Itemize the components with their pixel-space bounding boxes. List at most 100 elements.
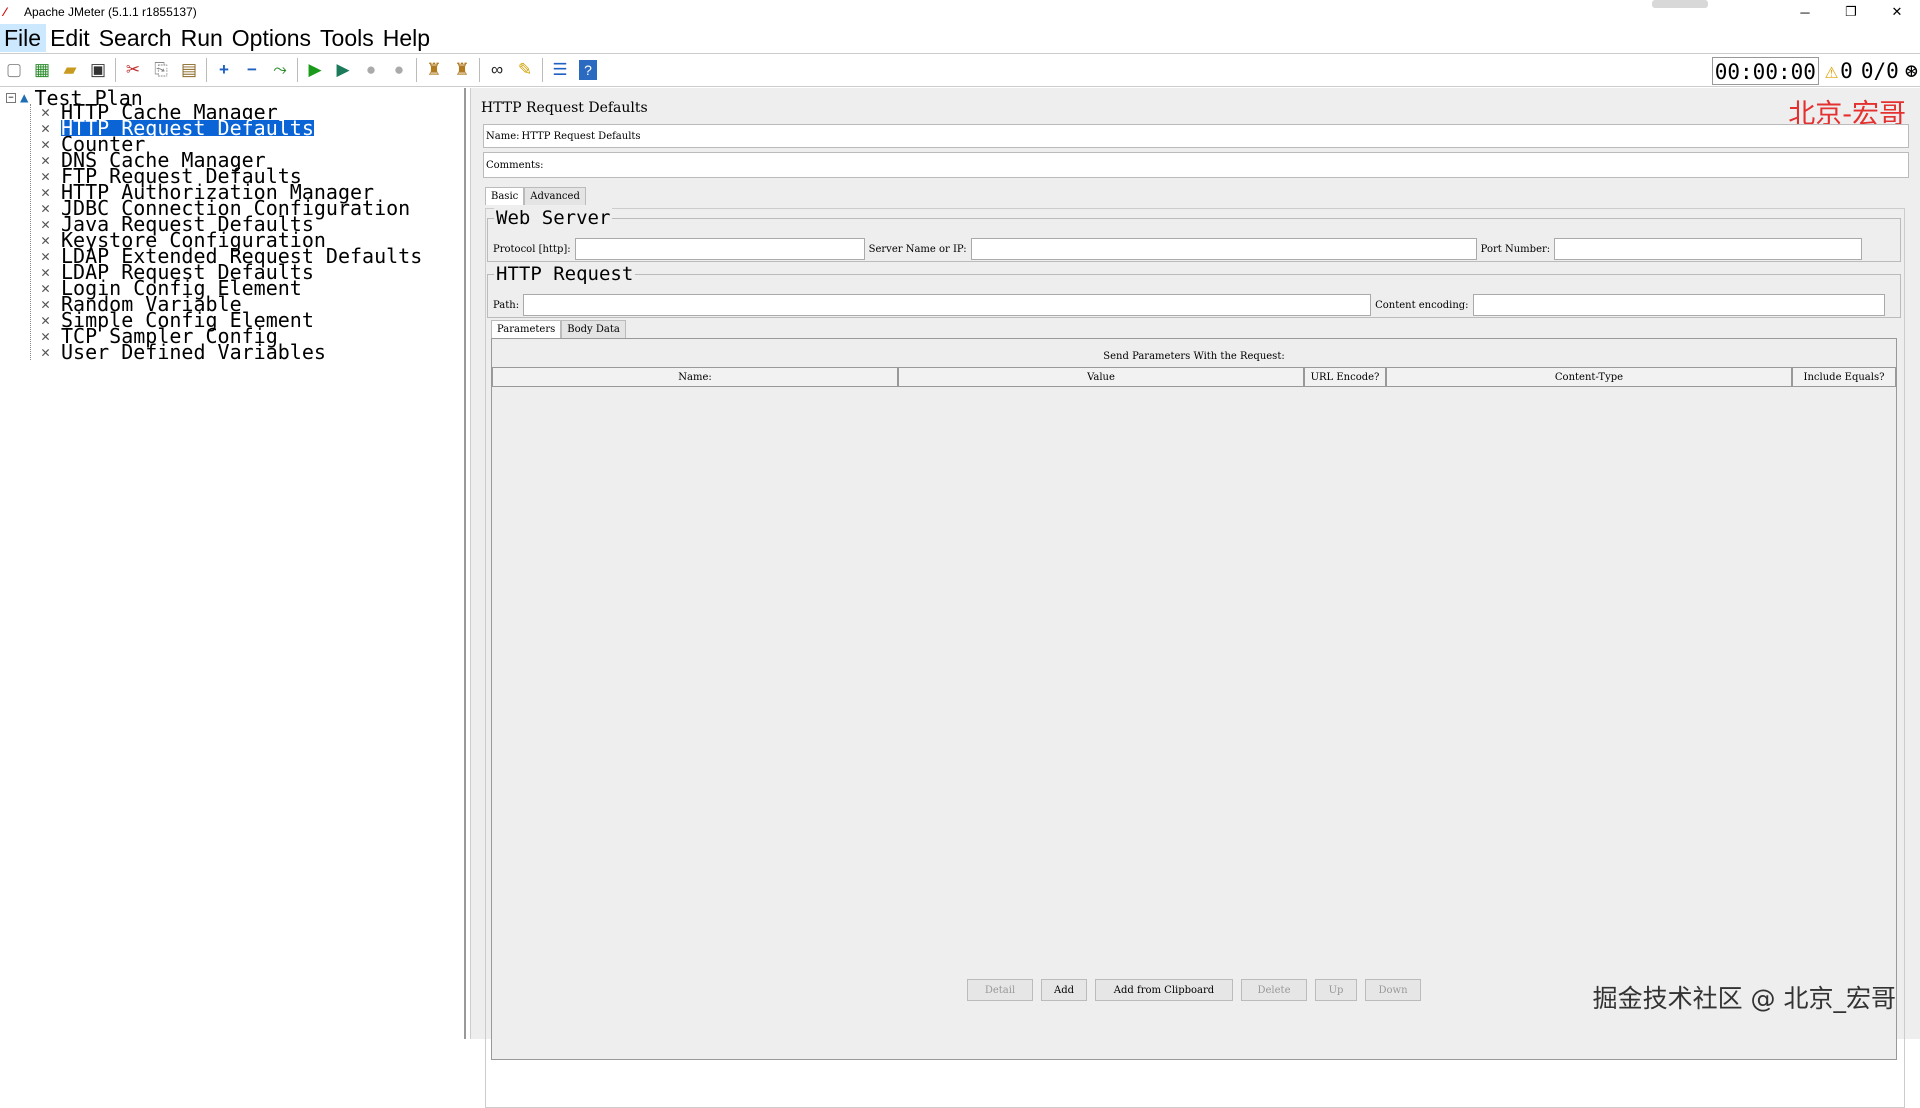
path-input[interactable] <box>523 294 1372 316</box>
config-element-icon: ✕ <box>41 231 51 249</box>
basic-advanced-tabs: Basic Advanced <box>485 187 586 205</box>
config-element-icon: ✕ <box>41 215 51 233</box>
menu-help[interactable]: Help <box>379 24 435 52</box>
config-element-icon: ✕ <box>41 151 51 169</box>
warning-indicator[interactable]: ⚠ 0 <box>1825 59 1853 84</box>
open-icon[interactable]: ▰ <box>56 56 84 84</box>
down-button[interactable]: Down <box>1365 979 1421 1001</box>
stop-icon[interactable]: ● <box>357 56 385 84</box>
toolbar-separator <box>206 58 207 82</box>
function-helper-icon[interactable]: ☰ <box>546 56 574 84</box>
config-element-icon: ✕ <box>41 135 51 153</box>
config-element-icon: ✕ <box>41 327 51 345</box>
protocol-input[interactable] <box>574 238 865 260</box>
menu-run[interactable]: Run <box>177 24 228 52</box>
table-button-row: Detail Add Add from Clipboard Delete Up … <box>967 979 1429 1001</box>
config-element-icon: ✕ <box>41 247 51 265</box>
menu-tools[interactable]: Tools <box>316 24 379 52</box>
comments-label: Comments: <box>486 159 544 171</box>
toolbar-separator <box>416 58 417 82</box>
remote-status-icon: ⊛ <box>1904 58 1918 84</box>
column-header-url-encode[interactable]: URL Encode? <box>1304 367 1386 387</box>
toolbar-separator <box>115 58 116 82</box>
tab-body-data[interactable]: Body Data <box>561 320 626 338</box>
column-header-value[interactable]: Value <box>898 367 1304 387</box>
port-label: Port Number: <box>1480 243 1551 255</box>
server-input[interactable] <box>970 238 1477 260</box>
start-no-pause-icon[interactable]: ▶ <box>329 56 357 84</box>
config-panel: HTTP Request Defaults 北京-宏哥 Name: Commen… <box>470 88 1920 1108</box>
templates-icon[interactable]: ▦ <box>28 56 56 84</box>
add-button[interactable]: Add <box>1041 979 1087 1001</box>
paste-icon[interactable]: ▤ <box>175 56 203 84</box>
warning-count: 0 <box>1840 59 1853 83</box>
parameters-table: Send Parameters With the Request: Name: … <box>491 338 1897 1060</box>
tab-parameters[interactable]: Parameters <box>491 320 562 338</box>
web-server-fields: Protocol [http]: Server Name or IP: Port… <box>489 238 1901 260</box>
content-encoding-label: Content encoding: <box>1375 299 1469 311</box>
test-plan-icon: ▲ <box>20 90 29 106</box>
menu-search[interactable]: Search <box>95 24 177 52</box>
config-element-icon: ✕ <box>41 295 51 313</box>
restore-button[interactable]: ❐ <box>1828 0 1874 24</box>
add-from-clipboard-button[interactable]: Add from Clipboard <box>1095 979 1233 1001</box>
toolbar: ▢ ▦ ▰ ▣ ✂ ⎘ ▤ + − ⤳ ▶ ▶ ● ● ♜ ♜ ∞ ✎ ☰ ? … <box>0 53 1920 87</box>
menu-edit[interactable]: Edit <box>46 24 95 52</box>
toggle-icon[interactable]: ⤳ <box>266 56 294 84</box>
content-encoding-input[interactable] <box>1472 294 1885 316</box>
window-titlebar: ⁄ Apache JMeter (5.1.1 r1855137) ─ ❐ ✕ <box>0 0 1920 24</box>
reset-search-icon[interactable]: ✎ <box>511 56 539 84</box>
cut-icon[interactable]: ✂ <box>119 56 147 84</box>
tab-basic[interactable]: Basic <box>485 187 525 205</box>
config-element-icon: ✕ <box>41 103 51 121</box>
expand-icon[interactable]: + <box>210 56 238 84</box>
web-server-title: Web Server <box>494 207 613 229</box>
close-button[interactable]: ✕ <box>1874 0 1920 24</box>
help-icon[interactable]: ? <box>579 60 597 80</box>
minimize-button[interactable]: ─ <box>1782 0 1828 24</box>
start-icon[interactable]: ▶ <box>301 56 329 84</box>
http-request-title: HTTP Request <box>494 263 636 285</box>
collapse-toggle-icon[interactable]: − <box>6 93 16 103</box>
feather-icon: ⁄ <box>4 5 7 19</box>
server-label: Server Name or IP: <box>868 243 967 255</box>
comments-input[interactable] <box>543 155 1908 175</box>
watermark-bottom: 掘金技术社区 @ 北京_宏哥 <box>1592 984 1896 1013</box>
config-element-icon: ✕ <box>41 311 51 329</box>
tree-item[interactable]: ✕ User Defined Variables <box>31 342 422 362</box>
tab-advanced[interactable]: Advanced <box>524 187 586 205</box>
clear-all-icon[interactable]: ♜ <box>448 56 476 84</box>
toolbar-separator <box>297 58 298 82</box>
port-input[interactable] <box>1554 238 1863 260</box>
name-field-row: Name: <box>483 124 1909 148</box>
delete-button[interactable]: Delete <box>1241 979 1307 1001</box>
name-input[interactable] <box>519 126 1908 146</box>
menu-options[interactable]: Options <box>228 24 316 52</box>
table-body[interactable] <box>492 387 1896 1059</box>
http-request-fields: Path: Content encoding: <box>489 294 1901 316</box>
table-caption: Send Parameters With the Request: <box>1103 351 1285 362</box>
window-drag-grip[interactable] <box>1652 0 1708 8</box>
toolbar-separator <box>542 58 543 82</box>
new-icon[interactable]: ▢ <box>0 56 28 84</box>
elapsed-timer: 00:00:00 <box>1711 57 1819 85</box>
search-icon[interactable]: ∞ <box>483 56 511 84</box>
path-label: Path: <box>493 299 520 311</box>
column-header-name[interactable]: Name: <box>492 367 898 387</box>
protocol-label: Protocol [http]: <box>493 243 571 255</box>
menu-file[interactable]: File <box>0 24 47 52</box>
up-button[interactable]: Up <box>1315 979 1357 1001</box>
warning-icon: ⚠ <box>1824 58 1839 84</box>
column-header-content-type[interactable]: Content-Type <box>1386 367 1792 387</box>
collapse-icon[interactable]: − <box>238 56 266 84</box>
window-title: Apache JMeter (5.1.1 r1855137) <box>24 5 197 19</box>
tree-children: ✕ HTTP Cache Manager ✕ HTTP Request Default… <box>30 102 422 362</box>
shutdown-icon[interactable]: ● <box>385 56 413 84</box>
test-plan-tree[interactable]: − ▲ Test Plan ✕ HTTP Cache Manager ✕ HTTP R… <box>0 88 466 1039</box>
clear-icon[interactable]: ♜ <box>420 56 448 84</box>
save-icon[interactable]: ▣ <box>84 56 112 84</box>
copy-icon[interactable]: ⎘ <box>147 56 175 84</box>
detail-button[interactable]: Detail <box>967 979 1033 1001</box>
toolbar-separator <box>479 58 480 82</box>
column-header-include-equals[interactable]: Include Equals? <box>1792 367 1896 387</box>
